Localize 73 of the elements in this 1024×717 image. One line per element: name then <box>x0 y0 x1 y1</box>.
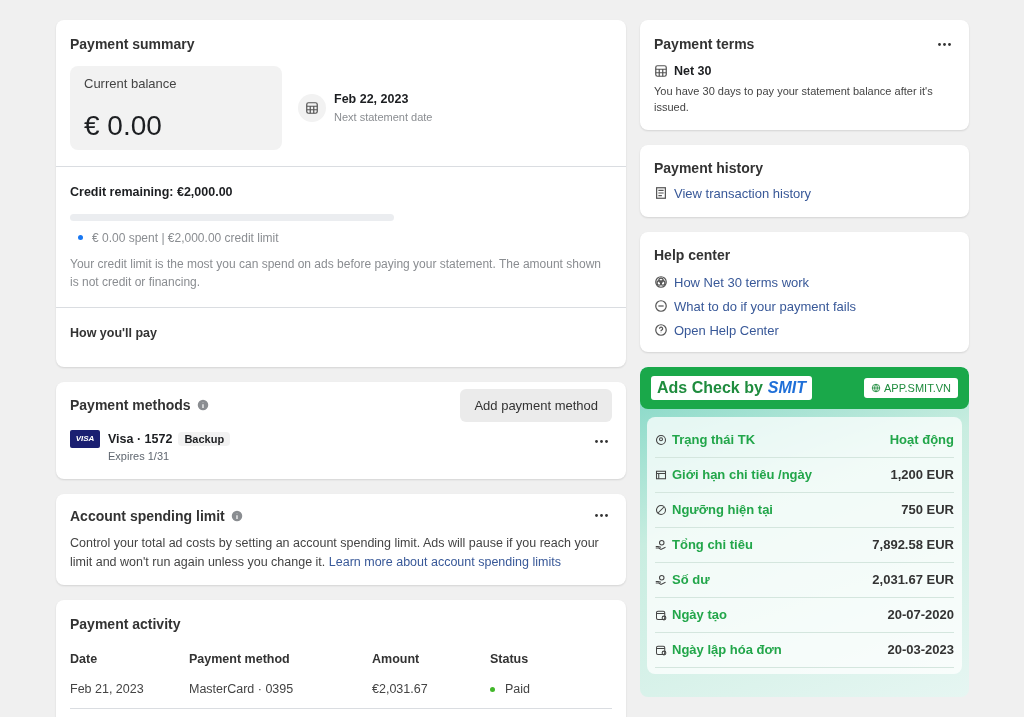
info-icon <box>230 509 243 522</box>
info-value: 20-03-2023 <box>887 642 954 658</box>
ledger-icon <box>654 186 668 201</box>
info-value: 7,892.58 EUR <box>872 537 954 553</box>
card-title: Payment summary <box>70 36 196 52</box>
info-label: Ngày tạo <box>672 607 727 623</box>
info-label: Giới hạn chi tiêu /ngày <box>672 467 812 483</box>
statement-date: Feb 22, 2023 <box>334 91 410 109</box>
website-address: APP.SMIT.VN <box>883 381 951 394</box>
card-title: Account spending limit <box>70 507 225 524</box>
calendar-icon <box>655 643 667 656</box>
info-icon <box>196 399 209 411</box>
info-value: Hoạt động <box>889 432 954 448</box>
help-link[interactable]: Open Help Center <box>674 322 779 338</box>
column-header: Amount <box>372 652 421 667</box>
how-you-pay-title: How you'll pay <box>70 324 158 342</box>
website-badge[interactable]: APP.SMIT.VN <box>863 377 958 398</box>
card-expiry: Expires 1/31 <box>108 449 171 465</box>
credit-legend: € 0.00 spent | €2,000.00 credit limit <box>92 228 279 247</box>
info-label: Tổng chi tiêu <box>672 537 753 553</box>
learn-more-link[interactable]: Learn more about account spending limits <box>328 554 561 569</box>
info-value: 20-07-2020 <box>887 607 954 623</box>
help-link[interactable]: What to do if your payment fails <box>674 298 857 314</box>
hand-coin-icon <box>655 538 667 551</box>
card-name: Visa · 1572 <box>108 430 173 448</box>
table-cell-text: MasterCard · 0395 <box>189 682 295 697</box>
info-label: Số dư <box>672 572 710 588</box>
spending-limit-description: Control your total ad costs by setting an account spending limit. Ads will pause if you reach your limit and won't run again unless you change it. Learn more about account spending limits <box>70 534 600 571</box>
help-icon <box>654 323 668 338</box>
slashed-circle-icon <box>655 503 667 516</box>
credit-note: Your credit limit is the most you can spend on ads before paying your statement. The amount shown is not credit or financing. <box>70 255 602 291</box>
legend-dot <box>78 235 83 241</box>
table-cell-text: €2,031.67 <box>372 682 429 697</box>
add-payment-method-button[interactable]: Add payment method <box>460 388 612 422</box>
column-header: Status <box>490 652 530 667</box>
info-label: Ngày lập hóa đơn <box>672 642 782 658</box>
brand-name: SMIT <box>767 378 807 397</box>
network-icon <box>654 275 668 290</box>
globe-icon <box>870 382 881 393</box>
info-label: Trạng thái TK <box>672 432 756 448</box>
calendar-icon <box>654 64 668 79</box>
hand-coin-icon <box>655 573 667 586</box>
info-label: Ngưỡng hiện tại <box>672 502 773 518</box>
calendar-icon <box>655 608 667 621</box>
column-header: Date <box>70 652 99 667</box>
card-title: Payment activity <box>70 616 182 633</box>
more-icon <box>595 514 608 518</box>
card-tag: Backup <box>178 431 231 446</box>
card-title: Payment terms <box>654 36 755 52</box>
terms-description: You have 30 days to pay your statement balance after it's issued. <box>654 83 934 116</box>
info-value: 1,200 EUR <box>890 467 954 483</box>
terms-name: Net 30 <box>674 63 712 80</box>
card-title: Payment history <box>654 159 764 176</box>
minus-circle-icon <box>654 299 668 314</box>
table-icon <box>655 468 667 481</box>
table-cell-text: Feb 21, 2023 <box>70 682 145 697</box>
info-value: 750 EUR <box>901 502 954 518</box>
more-icon <box>595 439 608 443</box>
logo-title: Ads Check by <box>657 378 763 397</box>
card-title: Payment methods <box>70 397 191 413</box>
more-icon <box>938 42 951 46</box>
info-value: 2,031.67 EUR <box>872 572 954 588</box>
card-title: Help center <box>654 246 732 263</box>
column-header: Payment method <box>189 652 291 667</box>
balance-amount: € 0.00 <box>84 110 163 142</box>
credit-remaining: Credit remaining: €2,000.00 <box>70 184 234 201</box>
status-text: Paid <box>505 682 531 697</box>
transaction-history-link[interactable]: View transaction history <box>674 185 812 201</box>
calendar-icon <box>305 101 319 115</box>
statement-date-label: Next statement date <box>334 110 433 126</box>
balance-label: Current balance <box>84 75 178 93</box>
card-brand-logo: VISA <box>70 429 100 448</box>
help-link[interactable]: How Net 30 terms work <box>674 274 810 290</box>
